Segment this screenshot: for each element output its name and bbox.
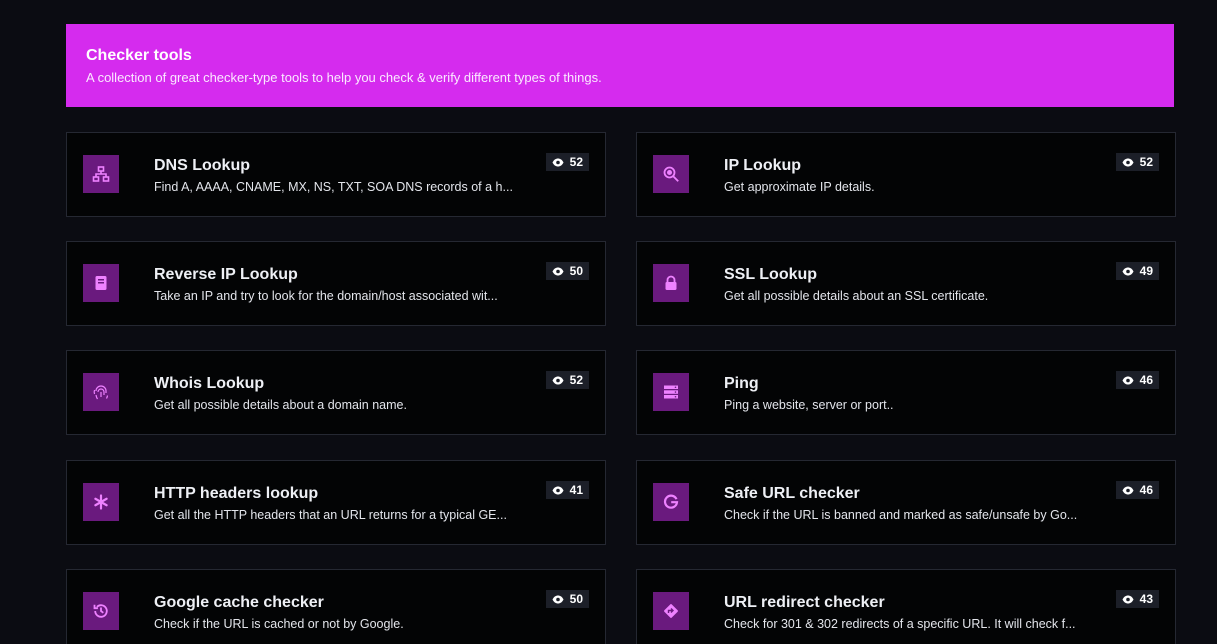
views-badge: 52 [545,153,589,171]
book-icon [83,264,119,302]
tool-title[interactable]: Safe URL checker [724,485,860,503]
views-count: 41 [569,483,583,497]
tool-title[interactable]: Whois Lookup [154,375,264,393]
eye-icon [1122,376,1134,385]
views-count: 50 [569,592,583,606]
tool-card-ip-lookup[interactable]: IP Lookup Get approximate IP details. 52 [636,132,1176,217]
views-badge: 50 [545,590,589,608]
sitemap-icon [83,155,119,193]
page: Checker tools A collection of great chec… [0,0,1217,644]
fingerprint-icon [83,373,119,411]
views-badge: 49 [1115,262,1159,280]
tool-card-whois-lookup[interactable]: Whois Lookup Get all possible details abo… [66,350,606,435]
views-badge: 46 [1115,481,1159,499]
tool-card-google-cache-checker[interactable]: Google cache checker Check if the URL is … [66,569,606,644]
views-count: 49 [1139,264,1153,278]
views-badge: 43 [1115,590,1159,608]
asterisk-icon [83,483,119,521]
tool-card-http-headers-lookup[interactable]: HTTP headers lookup Get all the HTTP head… [66,460,606,545]
search-location-icon [653,155,689,193]
eye-icon [552,595,564,604]
directions-icon [653,592,689,630]
tool-card-dns-lookup[interactable]: DNS Lookup Find A, AAAA, CNAME, MX, NS, T… [66,132,606,217]
tool-card-ssl-lookup[interactable]: SSL Lookup Get all possible details about… [636,241,1176,326]
eye-icon [1122,595,1134,604]
tool-title[interactable]: IP Lookup [724,157,801,175]
tool-description: Get approximate IP details. [724,180,875,194]
eye-icon [552,486,564,495]
views-badge: 52 [1115,153,1159,171]
tool-card-safe-url-checker[interactable]: Safe URL checker Check if the URL is bann… [636,460,1176,545]
views-count: 50 [569,264,583,278]
eye-icon [552,158,564,167]
eye-icon [1122,158,1134,167]
tool-description: Get all possible details about an SSL ce… [724,289,989,303]
tool-description: Check for 301 & 302 redirects of a speci… [724,617,1076,631]
eye-icon [1122,486,1134,495]
tool-card-reverse-ip-lookup[interactable]: Reverse IP Lookup Take an IP and try to l… [66,241,606,326]
tool-description: Ping a website, server or port.. [724,398,894,412]
eye-icon [552,267,564,276]
views-badge: 41 [545,481,589,499]
eye-icon [552,376,564,385]
banner-title: Checker tools [86,47,192,64]
tool-title[interactable]: DNS Lookup [154,157,250,175]
tool-title[interactable]: Ping [724,375,759,393]
views-count: 52 [1139,155,1153,169]
lock-icon [653,264,689,302]
history-icon [83,592,119,630]
views-count: 52 [569,155,583,169]
banner-description: A collection of great checker-type tools… [86,70,602,85]
tool-description: Check if the URL is cached or not by Goo… [154,617,404,631]
views-badge: 52 [545,371,589,389]
google-icon [653,483,689,521]
views-count: 46 [1139,373,1153,387]
eye-icon [1122,267,1134,276]
tool-description: Get all possible details about a domain … [154,398,407,412]
tool-description: Find A, AAAA, CNAME, MX, NS, TXT, SOA DN… [154,180,513,194]
tool-title[interactable]: HTTP headers lookup [154,485,318,503]
views-count: 43 [1139,592,1153,606]
tool-card-ping[interactable]: Ping Ping a website, server or port.. 46 [636,350,1176,435]
tool-title[interactable]: SSL Lookup [724,266,817,284]
views-count: 46 [1139,483,1153,497]
tool-title[interactable]: Google cache checker [154,594,324,612]
category-banner: Checker tools A collection of great chec… [66,24,1174,107]
tool-description: Get all the HTTP headers that an URL ret… [154,508,507,522]
views-badge: 46 [1115,371,1159,389]
views-count: 52 [569,373,583,387]
tool-card-url-redirect-checker[interactable]: URL redirect checker Check for 301 & 302 … [636,569,1176,644]
server-icon [653,373,689,411]
tool-description: Take an IP and try to look for the domai… [154,289,498,303]
tool-title[interactable]: Reverse IP Lookup [154,266,298,284]
tool-description: Check if the URL is banned and marked as… [724,508,1078,522]
views-badge: 50 [545,262,589,280]
tool-title[interactable]: URL redirect checker [724,594,885,612]
